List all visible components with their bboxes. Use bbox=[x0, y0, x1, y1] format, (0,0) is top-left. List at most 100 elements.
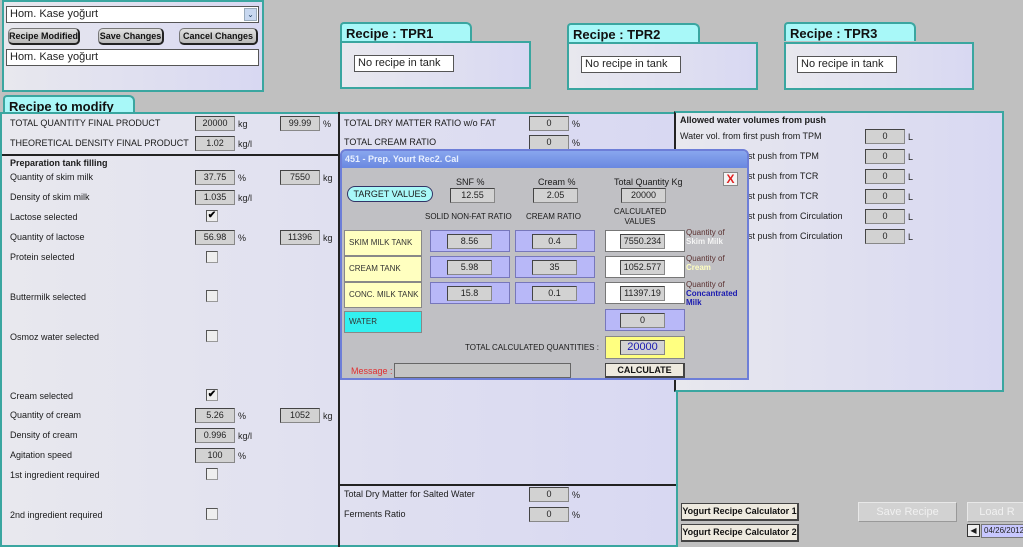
lactose-selected-checkbox[interactable]: ✔ bbox=[206, 210, 218, 222]
cream-ratio-input[interactable]: 0.4 bbox=[532, 234, 577, 249]
unit-liters: L bbox=[908, 132, 914, 142]
target-values-badge: TARGET VALUES bbox=[347, 186, 433, 202]
yogurt-calc-2-button[interactable]: Yogurt Recipe Calculator 2 bbox=[681, 524, 799, 542]
unit-percent: % bbox=[238, 411, 247, 421]
water-row-label: Water vol. from first push from TPM bbox=[680, 131, 822, 141]
tank-row-label: CONC. MILK TANK bbox=[344, 282, 422, 308]
dialog-title: 451 - Prep. Yourt Rec2. Cal bbox=[342, 151, 747, 168]
agitation-speed-value: 100 bbox=[195, 448, 235, 463]
ingredient1-checkbox[interactable] bbox=[206, 468, 218, 480]
lactose-qty-label: Quantity of lactose bbox=[10, 232, 85, 242]
total-qty-header: Total Quantity Kg bbox=[614, 177, 683, 187]
tpr2-status: No recipe in tank bbox=[581, 56, 681, 73]
qty-caption-name: Skim Milk bbox=[686, 237, 723, 246]
calc-value: 11397.19 bbox=[620, 286, 665, 301]
prep-tank-heading: Preparation tank filling bbox=[10, 158, 108, 168]
unit-percent: % bbox=[238, 451, 247, 461]
skim-qty-label: Quantity of skim milk bbox=[10, 172, 94, 182]
buttermilk-selected-checkbox[interactable] bbox=[206, 290, 218, 302]
ingredient2-checkbox[interactable] bbox=[206, 508, 218, 520]
message-label: Message : bbox=[351, 366, 393, 376]
lactose-selected-label: Lactose selected bbox=[10, 212, 78, 222]
cream-target-input[interactable]: 2.05 bbox=[533, 188, 578, 203]
unit-liters: L bbox=[908, 172, 914, 182]
recipe-modified-button[interactable]: Recipe Modified bbox=[8, 28, 80, 45]
ferments-label: Ferments Ratio bbox=[344, 509, 406, 519]
snf-target-input[interactable]: 12.55 bbox=[450, 188, 495, 203]
unit-liters: L bbox=[908, 212, 914, 222]
snf-ratio-input[interactable]: 5.98 bbox=[447, 260, 492, 275]
qty-caption-label: Quantity of bbox=[686, 254, 725, 263]
cream-qty-label: Quantity of cream bbox=[10, 410, 82, 420]
osmoz-selected-checkbox[interactable] bbox=[206, 330, 218, 342]
buttermilk-selected-label: Buttermilk selected bbox=[10, 292, 87, 302]
tpr1-status: No recipe in tank bbox=[354, 55, 454, 72]
water-row-label: st push from Circulation bbox=[748, 231, 843, 241]
date-display: 04/26/2012 bbox=[981, 524, 1023, 538]
qty-caption-label: Quantity of bbox=[686, 228, 725, 237]
recipe-select[interactable]: Hom. Kase yoğurt ⌄ bbox=[6, 6, 259, 23]
water-row-value: 0 bbox=[865, 189, 905, 204]
water-label: WATER bbox=[349, 317, 377, 326]
cream-selected-checkbox[interactable]: ✔ bbox=[206, 389, 218, 401]
salted-water-value: 0 bbox=[529, 487, 569, 502]
protein-selected-label: Protein selected bbox=[10, 252, 75, 262]
water-row-label: st push from Circulation bbox=[748, 211, 843, 221]
message-field bbox=[394, 363, 571, 378]
unit-kg: kg bbox=[323, 411, 333, 421]
theoretical-density-value: 1.02 bbox=[195, 136, 235, 151]
water-row-value: 0 bbox=[865, 149, 905, 164]
tab-tpr3: Recipe : TPR3 bbox=[784, 22, 916, 41]
unit-kg: kg bbox=[323, 233, 333, 243]
section-divider-middle bbox=[340, 484, 676, 486]
calculate-button[interactable]: CALCULATE bbox=[605, 363, 685, 378]
col-snf-ratio: SOLID NON-FAT RATIO bbox=[425, 212, 512, 221]
unit-percent: % bbox=[238, 173, 247, 183]
unit-liters: L bbox=[908, 192, 914, 202]
date-prev-button[interactable]: ◀ bbox=[967, 524, 980, 537]
cream-ratio-input[interactable]: 0.1 bbox=[532, 286, 577, 301]
tab-tpr2: Recipe : TPR2 bbox=[567, 23, 700, 42]
save-changes-button[interactable]: Save Changes bbox=[98, 28, 164, 45]
salted-water-label: Total Dry Matter for Salted Water bbox=[344, 489, 475, 499]
snf-ratio-input[interactable]: 8.56 bbox=[447, 234, 492, 249]
close-button[interactable]: X bbox=[723, 172, 738, 186]
yogurt-calc-1-button[interactable]: Yogurt Recipe Calculator 1 bbox=[681, 503, 799, 521]
total-target-input[interactable]: 20000 bbox=[621, 188, 666, 203]
unit-kgl: kg/l bbox=[238, 431, 253, 441]
water-row-value: 0 bbox=[865, 129, 905, 144]
unit-kg: kg bbox=[323, 173, 333, 183]
ingredient2-label: 2nd ingredient required bbox=[10, 510, 103, 520]
tank-name: CONC. MILK TANK bbox=[349, 290, 419, 299]
tank-name: CREAM TANK bbox=[349, 264, 401, 273]
load-recipe-button[interactable]: Load R bbox=[967, 502, 1023, 522]
tank-row-label: SKIM MILK TANK bbox=[344, 230, 422, 256]
calc-value: 7550.234 bbox=[620, 234, 665, 249]
skim-density-label: Density of skim milk bbox=[10, 192, 90, 202]
qty-caption-name: Cream bbox=[686, 263, 711, 272]
cream-ratio-input[interactable]: 35 bbox=[532, 260, 577, 275]
snf-ratio-input[interactable]: 15.8 bbox=[447, 286, 492, 301]
protein-selected-checkbox[interactable] bbox=[206, 251, 218, 263]
close-icon: X bbox=[726, 172, 735, 186]
skim-qty-percent: 37.75 bbox=[195, 170, 235, 185]
water-row-value: 0 bbox=[865, 169, 905, 184]
qty-caption: Quantity of Concantrated Milk bbox=[686, 280, 748, 307]
water-row-label: st push from TPM bbox=[748, 151, 819, 161]
recipe-name-input[interactable]: Hom. Kase yoğurt bbox=[6, 49, 259, 66]
dry-matter-value: 0 bbox=[529, 116, 569, 131]
cream-selected-label: Cream selected bbox=[10, 391, 74, 401]
skim-density-value: 1.035 bbox=[195, 190, 235, 205]
cream-qty-percent: 5.26 bbox=[195, 408, 235, 423]
unit-percent: % bbox=[572, 119, 581, 129]
save-recipe-button[interactable]: Save Recipe bbox=[858, 502, 957, 522]
cream-density-label: Density of cream bbox=[10, 430, 78, 440]
total-calc-label: TOTAL CALCULATED QUANTITIES : bbox=[465, 343, 599, 352]
cream-ratio-value: 0 bbox=[529, 135, 569, 150]
cream-qty-kg: 1052 bbox=[280, 408, 320, 423]
chevron-down-icon[interactable]: ⌄ bbox=[244, 8, 257, 21]
cancel-changes-button[interactable]: Cancel Changes bbox=[179, 28, 258, 45]
qty-caption-name: Concantrated Milk bbox=[686, 289, 738, 307]
total-calc-value: 20000 bbox=[620, 340, 665, 355]
tab-tpr1: Recipe : TPR1 bbox=[340, 22, 472, 41]
